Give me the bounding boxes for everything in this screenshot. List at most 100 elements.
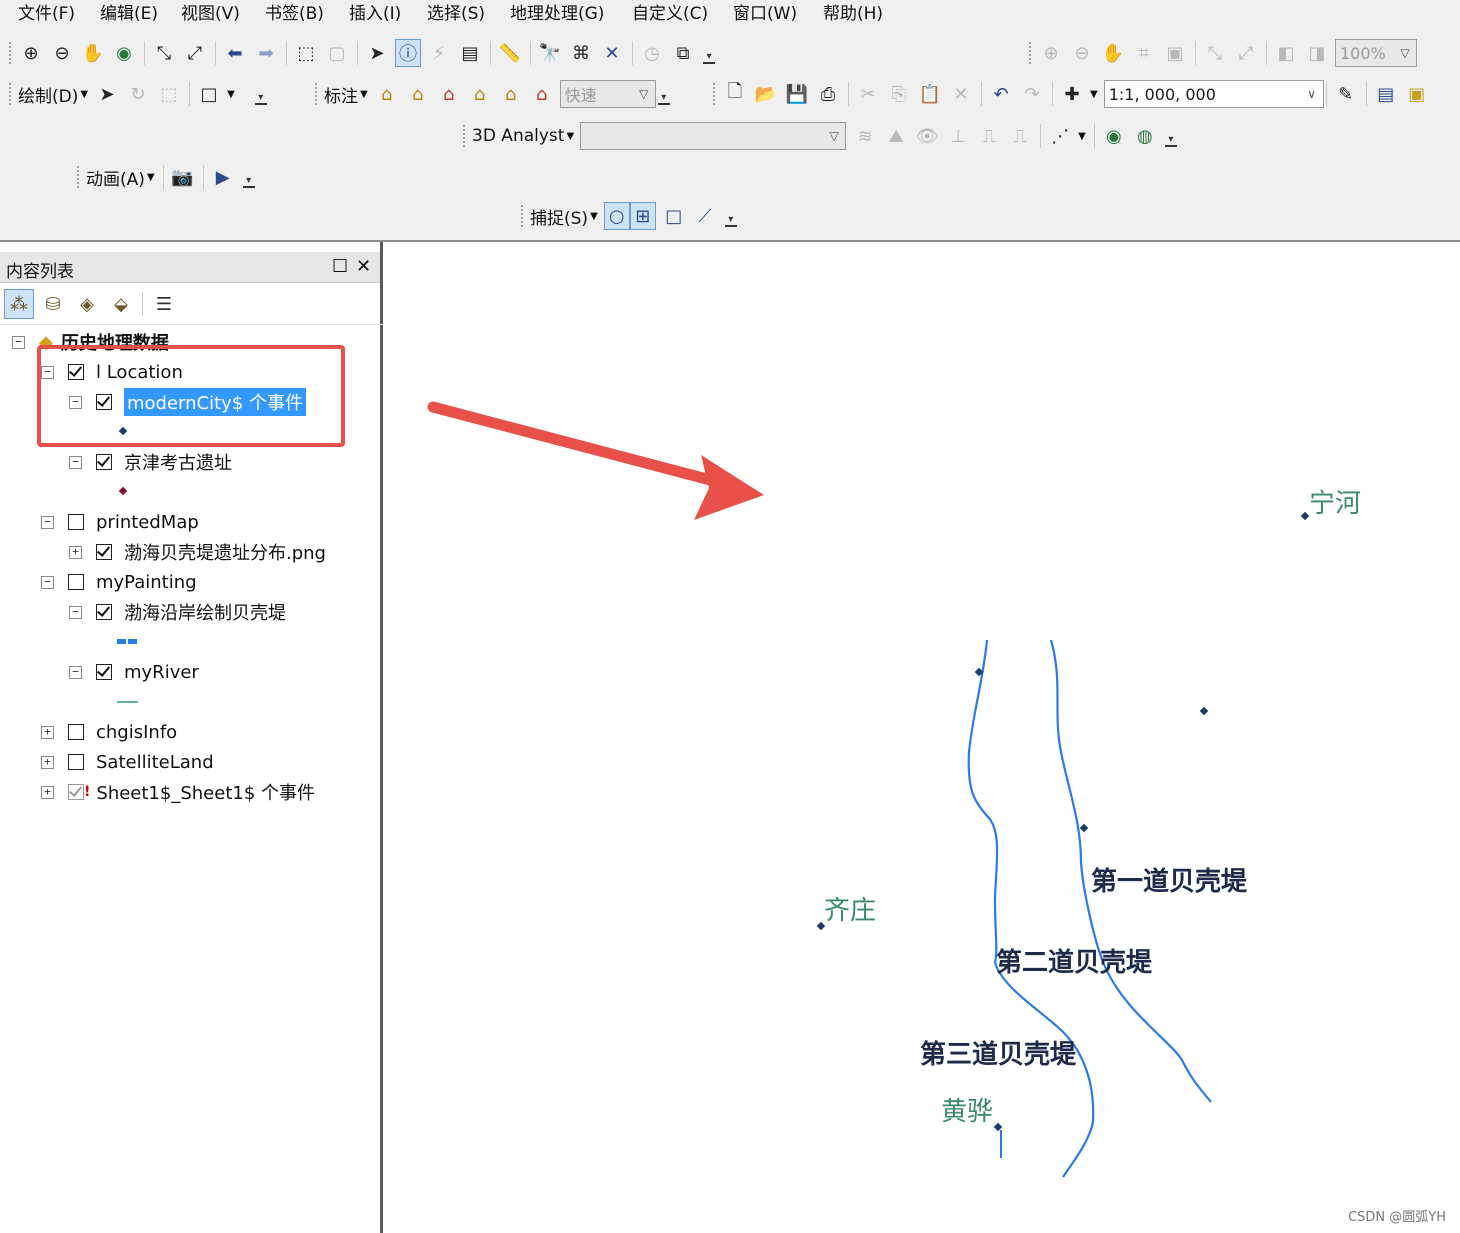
map-scale-combo[interactable]: 1:1, 000, 000 ∨	[1103, 80, 1324, 108]
toc-group-chgisinfo[interactable]: + chgisInfo	[41, 719, 177, 745]
snapping-menu[interactable]: 捕捉(S)	[530, 204, 588, 229]
line-symbol-icon[interactable]	[116, 699, 140, 705]
expand-icon[interactable]: +	[41, 725, 54, 739]
chevron-down-icon[interactable]: ▼	[1090, 89, 1098, 100]
pause-labeling-icon[interactable]: ⌂	[498, 80, 524, 108]
layer-label[interactable]: myPainting	[96, 572, 197, 593]
map-view[interactable]: 宁河 齐庄 黄骅 第一道贝壳堤 第二道贝壳堤 第三道贝壳堤 CSDN @圆弧YH	[383, 242, 1460, 1233]
3d-layer-combo[interactable]: ▽	[580, 122, 847, 150]
menu-customize[interactable]: 自定义(C)	[632, 4, 708, 24]
arcglobe-icon[interactable]: ◍	[1132, 122, 1158, 150]
menu-geoprocessing[interactable]: 地理处理(G)	[510, 4, 604, 24]
toolbar-grip[interactable]	[520, 204, 524, 228]
expand-icon[interactable]: +	[69, 545, 82, 559]
toolbar-options-chevron[interactable]: ▾	[254, 83, 267, 105]
toolbar-grip[interactable]	[462, 124, 466, 148]
map-point[interactable]	[1300, 511, 1310, 521]
dike-label-third[interactable]: 第三道贝壳堤	[920, 1034, 1076, 1071]
capture-view-camera-icon[interactable]: 📷	[170, 163, 196, 191]
fixed-zoom-out-icon[interactable]: ⤢	[182, 39, 208, 67]
draw-menu[interactable]: 绘制(D)	[18, 82, 78, 107]
toc-layer-shell-dike-png[interactable]: + 渤海贝壳堤遗址分布.png	[69, 539, 326, 565]
identify-icon[interactable]: ⓘ	[395, 39, 421, 67]
select-elements-arrow-icon[interactable]: ➤	[364, 39, 390, 67]
toc-layer-myriver[interactable]: − myRiver	[69, 659, 199, 685]
pan-hand-icon[interactable]: ✋	[80, 39, 106, 67]
layout-forward-icon[interactable]: ◨	[1304, 39, 1330, 67]
html-popup-icon[interactable]: ▤	[457, 39, 483, 67]
save-icon[interactable]: 💾	[784, 80, 810, 108]
map-point[interactable]	[993, 1122, 1003, 1132]
cut-icon[interactable]: ✂	[855, 80, 881, 108]
zoom-100-icon[interactable]: ▣	[1162, 39, 1188, 67]
layer-label[interactable]: 京津考古遗址	[124, 449, 232, 475]
point-profile-icon[interactable]: ⎍	[1007, 122, 1033, 150]
toolbar-grip[interactable]	[8, 41, 12, 65]
contour-icon[interactable]: ≋	[852, 122, 878, 150]
toc-layer-jingjin-sites[interactable]: − 京津考古遗址	[69, 449, 232, 475]
expand-icon[interactable]: +	[41, 755, 54, 769]
label-weights-icon[interactable]: ⌂	[436, 80, 462, 108]
layer-label[interactable]: 渤海沿岸绘制贝壳堤	[124, 599, 286, 625]
layer-label[interactable]: 渤海贝壳堤遗址分布.png	[124, 539, 326, 565]
animation-menu[interactable]: 动画(A)	[86, 165, 145, 190]
fixed-zoom-in-icon[interactable]: ⤡	[151, 39, 177, 67]
vertex-snapping-icon[interactable]: □	[661, 202, 687, 230]
edge-snapping-icon[interactable]: ⟋	[692, 202, 718, 230]
menu-insert[interactable]: 插入(I)	[349, 4, 401, 24]
visibility-checkbox[interactable]	[96, 454, 112, 470]
menu-selection[interactable]: 选择(S)	[427, 4, 485, 24]
paste-icon[interactable]: 📋	[917, 80, 943, 108]
toolbar-options-chevron[interactable]: ▾	[703, 42, 715, 64]
steepest-path-icon[interactable]: ⛰	[883, 122, 909, 150]
redo-icon[interactable]: ↷	[1019, 80, 1045, 108]
toolbar-grip[interactable]	[1028, 41, 1032, 65]
point-symbol-icon[interactable]	[118, 486, 130, 498]
dashed-line-symbol-icon[interactable]	[116, 637, 140, 647]
visibility-checkbox[interactable]	[68, 784, 84, 800]
zoom-in-icon[interactable]: ⊕	[18, 39, 44, 67]
end-snapping-icon[interactable]: ⊞	[629, 202, 656, 230]
dike-label-second[interactable]: 第二道贝壳堤	[996, 942, 1152, 979]
collapse-icon[interactable]: −	[41, 515, 54, 529]
new-document-icon[interactable]: 🗋	[722, 80, 748, 108]
3d-analyst-menu[interactable]: 3D Analyst	[472, 126, 564, 146]
select-features-icon[interactable]: ⬚	[293, 39, 319, 67]
toc-layer-drawn-shell-dike[interactable]: − 渤海沿岸绘制贝壳堤	[69, 599, 286, 625]
view-unplaced-labels-icon[interactable]: ⌂	[529, 80, 555, 108]
label-manager-icon[interactable]: ⌂	[374, 80, 400, 108]
toc-layer-sheet1-events[interactable]: + ! Sheet1$_Sheet1$ 个事件	[41, 779, 315, 805]
print-icon[interactable]: ⎙	[815, 80, 841, 108]
toolbar-grip[interactable]	[314, 82, 318, 106]
collapse-icon[interactable]: −	[41, 575, 54, 589]
visibility-checkbox[interactable]	[68, 724, 84, 740]
place-label-ninghe[interactable]: 宁河	[1309, 483, 1361, 520]
lock-labels-icon[interactable]: ⌂	[467, 80, 493, 108]
list-by-visibility-icon[interactable]: ◈	[72, 289, 102, 319]
label-quality-combo[interactable]: 快速 ▽	[559, 80, 656, 108]
collapse-icon[interactable]: −	[12, 335, 25, 349]
list-by-drawing-order-icon[interactable]: ⁂	[4, 289, 34, 319]
delete-icon[interactable]: ✕	[948, 80, 974, 108]
menu-edit[interactable]: 编辑(E)	[100, 4, 158, 24]
layer-label[interactable]: Sheet1$_Sheet1$ 个事件	[96, 779, 315, 805]
interpolate-icon[interactable]: ⋰	[1047, 122, 1073, 150]
toolbar-options-chevron[interactable]: ▾	[1164, 125, 1177, 147]
zoom-to-selected-icon[interactable]: ⬚	[156, 80, 182, 108]
animation-controls-icon[interactable]: ▶	[210, 163, 236, 191]
map-point[interactable]	[1199, 706, 1209, 716]
toolbar-options-chevron[interactable]: ▾	[657, 83, 670, 105]
visibility-checkbox[interactable]	[68, 754, 84, 770]
collapse-icon[interactable]: −	[69, 605, 82, 619]
place-label-huanghua[interactable]: 黄骅	[941, 1091, 993, 1128]
map-point[interactable]	[1079, 823, 1089, 833]
expand-icon[interactable]: +	[41, 785, 54, 799]
toc-group-satelliteland[interactable]: + SatelliteLand	[41, 749, 214, 775]
time-slider-icon[interactable]: ◷	[639, 39, 665, 67]
fixed-zoom-out-layout-icon[interactable]: ⤢	[1233, 39, 1259, 67]
close-icon[interactable]: ✕	[356, 256, 371, 277]
menu-bookmarks[interactable]: 书签(B)	[265, 4, 324, 24]
place-label-qizhuang[interactable]: 齐庄	[824, 890, 876, 927]
chevron-down-icon[interactable]: ▼	[227, 89, 235, 100]
layer-label[interactable]: myRiver	[124, 662, 199, 683]
